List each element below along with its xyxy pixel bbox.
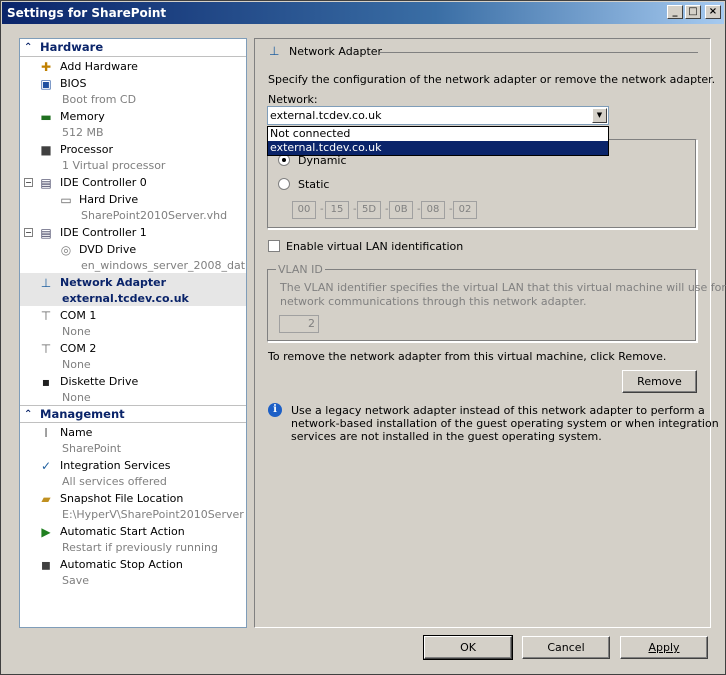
vlan-checkbox[interactable] [268, 240, 280, 252]
tree-item-processor[interactable]: ■ Processor 1 Virtual processor [20, 140, 246, 173]
mac-octet-1: 00 [292, 201, 316, 219]
tree-item-ide-controller-0[interactable]: − ▤ IDE Controller 0 [20, 173, 246, 190]
dvd-drive-icon: ◎ [60, 243, 72, 257]
vlan-checkbox-label: Enable virtual LAN identification [286, 240, 464, 253]
network-adapter-icon: ⊥ [40, 276, 52, 290]
info-line3: services are not installed in the guest … [291, 430, 602, 443]
network-adapter-panel: ⊥ Network Adapter Specify the configurat… [254, 38, 726, 628]
title-bar: Settings for SharePoint _ □ × [2, 2, 724, 24]
com-port-icon: ⊤ [40, 342, 52, 356]
name-icon: I [44, 426, 48, 440]
panel-description: Specify the configuration of the network… [268, 73, 716, 86]
ide-controller-icon: ▤ [40, 226, 52, 240]
tree-item-com1[interactable]: ⊤ COM 1 None [20, 306, 246, 339]
network-adapter-icon: ⊥ [269, 44, 280, 58]
mac-octet-6: 02 [453, 201, 477, 219]
mac-octet-3: 5D [357, 201, 381, 219]
title-divider [380, 52, 698, 53]
memory-icon: ▬ [40, 110, 52, 124]
info-icon: i [268, 403, 282, 417]
settings-tree: ⌃ Hardware ✚ Add Hardware ▣ BIOS Boot fr… [19, 38, 247, 628]
vlan-description-line1: The VLAN identifier specifies the virtua… [280, 281, 726, 294]
tree-item-hard-drive[interactable]: ▭ Hard Drive SharePoint2010Server.vhd [20, 190, 246, 223]
vlan-id-group: VLAN ID The VLAN identifier specifies th… [267, 263, 726, 342]
ok-button[interactable]: OK [423, 635, 513, 660]
management-section-header[interactable]: ⌃ Management [20, 405, 246, 423]
tree-item-bios[interactable]: ▣ BIOS Boot from CD [20, 74, 246, 107]
hardware-section-header[interactable]: ⌃ Hardware [20, 39, 246, 57]
processor-icon: ■ [40, 143, 52, 157]
tree-item-network-adapter[interactable]: ⊥ Network Adapter external.tcdev.co.uk [20, 273, 246, 306]
tree-item-dvd-drive[interactable]: ◎ DVD Drive en_windows_server_2008_dat..… [20, 240, 246, 273]
dropdown-option-not-connected[interactable]: Not connected [268, 127, 608, 141]
hard-drive-icon: ▭ [60, 193, 72, 207]
com-port-icon: ⊤ [40, 309, 52, 323]
tree-item-snapshot-location[interactable]: ▰ Snapshot File Location E:\HyperV\Share… [20, 489, 246, 522]
close-button[interactable]: × [705, 5, 721, 19]
minimize-button[interactable]: _ [667, 5, 683, 19]
tree-item-com2[interactable]: ⊤ COM 2 None [20, 339, 246, 372]
dropdown-option-external[interactable]: external.tcdev.co.uk [268, 141, 608, 155]
collapse-toggle-icon[interactable]: − [24, 228, 33, 237]
snapshot-folder-icon: ▰ [41, 492, 51, 506]
tree-item-auto-stop[interactable]: ◼ Automatic Stop Action Save [20, 555, 246, 588]
tree-item-name[interactable]: I Name SharePoint [20, 423, 246, 456]
window-title: Settings for SharePoint [7, 6, 167, 20]
info-line1: Use a legacy network adapter instead of … [291, 404, 705, 417]
apply-button[interactable]: Apply [620, 636, 708, 659]
info-line2: network-based installation of the guest … [291, 417, 719, 430]
tree-item-add-hardware[interactable]: ✚ Add Hardware [20, 57, 246, 74]
vlan-id-input[interactable]: 2 [279, 315, 319, 333]
stop-action-icon: ◼ [41, 558, 51, 572]
vlan-description-line2: network communications through this netw… [280, 295, 587, 308]
remove-instructions: To remove the network adapter from this … [268, 350, 667, 363]
tree-item-diskette-drive[interactable]: ▪ Diskette Drive None [20, 372, 246, 405]
collapse-chevron-icon: ⌃ [24, 409, 33, 420]
collapse-toggle-icon[interactable]: − [24, 178, 33, 187]
bios-icon: ▣ [40, 77, 52, 91]
vlan-group-label: VLAN ID [276, 263, 325, 276]
remove-button[interactable]: Remove [622, 370, 697, 393]
tree-item-memory[interactable]: ▬ Memory 512 MB [20, 107, 246, 140]
integration-services-icon: ✓ [40, 459, 52, 473]
diskette-icon: ▪ [41, 375, 51, 389]
chevron-down-icon[interactable]: ▼ [592, 108, 607, 123]
network-select[interactable]: external.tcdev.co.uk ▼ [267, 106, 609, 125]
network-dropdown-list: Not connected external.tcdev.co.uk [267, 126, 609, 156]
add-hardware-icon: ✚ [40, 60, 52, 74]
panel-title: Network Adapter [289, 45, 383, 58]
mac-octet-4: 0B [389, 201, 413, 219]
static-label: Static [298, 178, 330, 191]
settings-window: Settings for SharePoint _ □ × ⌃ Hardware… [0, 0, 726, 675]
cancel-button[interactable]: Cancel [522, 636, 610, 659]
maximize-button[interactable]: □ [685, 5, 701, 19]
network-label: Network: [268, 93, 318, 106]
mac-octet-5: 08 [421, 201, 445, 219]
ide-controller-icon: ▤ [40, 176, 52, 190]
static-radio[interactable] [278, 178, 290, 190]
mac-octet-2: 15 [325, 201, 349, 219]
tree-item-ide-controller-1[interactable]: − ▤ IDE Controller 1 [20, 223, 246, 240]
tree-item-auto-start[interactable]: ▶ Automatic Start Action Restart if prev… [20, 522, 246, 555]
tree-item-integration-services[interactable]: ✓ Integration Services All services offe… [20, 456, 246, 489]
start-action-icon: ▶ [41, 525, 51, 539]
collapse-chevron-icon: ⌃ [24, 42, 33, 53]
